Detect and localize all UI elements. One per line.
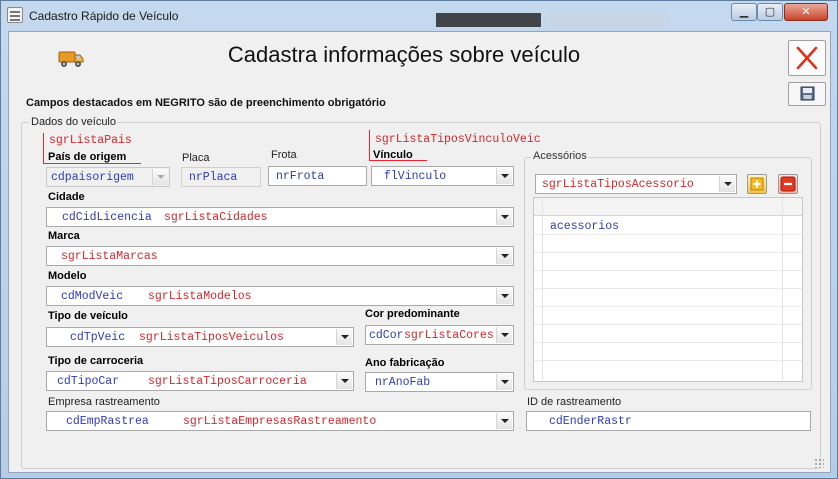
tipo-carroceria-label: Tipo de carroceria	[48, 355, 144, 367]
tipo-carroceria-list-source: sgrListaTiposCarroceria	[148, 375, 307, 388]
frota-label: Frota	[271, 149, 297, 161]
background-window-ghost	[549, 13, 669, 27]
vinculo-combo[interactable]: flVinculo	[371, 166, 514, 186]
window-title: Cadastro Rápido de Veículo	[29, 9, 179, 23]
close-form-button[interactable]	[788, 40, 826, 76]
background-window-ghost	[436, 13, 541, 27]
id-rastreamento-value: cdEnderRastr	[549, 415, 632, 428]
chevron-down-icon[interactable]	[496, 413, 512, 429]
cidade-label: Cidade	[48, 191, 85, 203]
cor-combo[interactable]: cdCor sgrListaCores	[365, 325, 514, 345]
ano-label: Ano fabricação	[365, 357, 445, 369]
modelo-label: Modelo	[48, 270, 87, 282]
cor-list-source: sgrListaCores	[404, 329, 494, 342]
frota-input-value: nrFrota	[276, 170, 325, 183]
vinculo-label: Vínculo	[373, 149, 413, 161]
ano-combo-value: nrAnoFab	[375, 376, 431, 389]
empresa-combo[interactable]: cdEmpRastrea sgrListaEmpresasRastreament…	[46, 411, 514, 431]
marca-list-source: sgrListaMarcas	[61, 250, 158, 263]
minimize-button[interactable]: ▁	[731, 3, 757, 21]
placa-input-value: nrPlaca	[189, 171, 238, 184]
modelo-combo[interactable]: cdModVeic sgrListaModelos	[46, 286, 514, 306]
pais-combo-value: cdpaisorigem	[51, 171, 134, 184]
tipo-carroceria-combo-value: cdTipoCar	[57, 375, 120, 388]
grid-divider	[782, 198, 783, 381]
tipo-veiculo-list-source: sgrListaTiposVeiculos	[139, 331, 284, 344]
tipo-veiculo-combo[interactable]: cdTpVeic sgrListaTiposVeiculos	[46, 327, 354, 347]
acessorios-grid[interactable]: acessorios	[533, 197, 803, 382]
plus-icon	[750, 177, 764, 191]
grid-divider	[534, 324, 802, 325]
marca-label: Marca	[48, 230, 80, 242]
chevron-down-icon[interactable]	[496, 288, 512, 304]
form-icon	[7, 7, 23, 23]
grid-divider	[534, 288, 802, 289]
frota-input[interactable]: nrFrota	[268, 166, 367, 186]
grid-divider	[534, 342, 802, 343]
chevron-down-icon[interactable]	[496, 248, 512, 264]
page-title: Cadastra informações sobre veículo	[227, 42, 581, 67]
vinculo-combo-value: flVinculo	[384, 170, 447, 183]
chevron-down-icon[interactable]	[336, 373, 352, 389]
acessorio-tipo-combo[interactable]: sgrListaTiposAcessorio	[535, 174, 737, 194]
minus-icon	[780, 176, 796, 192]
client-area: Cadastra informações sobre veículo Campo…	[8, 31, 831, 473]
vehicle-data-group-title: Dados do veículo	[29, 116, 118, 128]
pais-list-source: sgrListaPais	[49, 134, 132, 147]
pais-combo[interactable]: cdpaisorigem	[46, 167, 170, 187]
cor-label: Cor predominante	[365, 308, 460, 320]
grid-divider	[534, 252, 802, 253]
app-window: Cadastro Rápido de Veículo ▁ ▢ ✕ Cadastr…	[0, 0, 838, 479]
maximize-button[interactable]: ▢	[757, 3, 783, 21]
chevron-down-icon[interactable]	[496, 374, 512, 390]
red-marker	[369, 130, 370, 161]
window-close-button[interactable]: ✕	[784, 3, 828, 21]
chevron-down-icon[interactable]	[152, 169, 168, 185]
grid-divider	[534, 270, 802, 271]
save-button[interactable]	[788, 82, 826, 106]
modelo-combo-value: cdModVeic	[61, 290, 124, 303]
cidade-combo-value: cdCidLicencia	[62, 211, 152, 224]
ano-combo[interactable]: nrAnoFab	[365, 372, 514, 392]
id-rastreamento-input[interactable]: cdEnderRastr	[526, 411, 811, 431]
resize-grip[interactable]	[814, 458, 824, 468]
red-marker	[43, 163, 141, 164]
tipo-veiculo-label: Tipo de veículo	[48, 310, 128, 322]
cidade-list-source: sgrListaCidades	[164, 211, 268, 224]
grid-divider	[534, 306, 802, 307]
empresa-label: Empresa rastreamento	[48, 396, 160, 408]
empresa-combo-value: cdEmpRastrea	[66, 415, 149, 428]
title-bar[interactable]: Cadastro Rápido de Veículo ▁ ▢ ✕	[1, 1, 837, 31]
chevron-down-icon[interactable]	[719, 176, 735, 192]
remove-acessorio-button[interactable]	[778, 174, 798, 194]
close-icon	[796, 46, 818, 70]
grid-divider	[534, 234, 802, 235]
tipo-carroceria-combo[interactable]: cdTipoCar sgrListaTiposCarroceria	[46, 371, 354, 391]
vinculo-list-source: sgrListaTiposVinculoVeic	[375, 133, 541, 146]
chevron-down-icon[interactable]	[496, 209, 512, 225]
tipo-veiculo-combo-value: cdTpVeic	[70, 331, 126, 344]
grid-divider	[542, 198, 543, 381]
add-acessorio-button[interactable]	[747, 174, 767, 194]
chevron-down-icon[interactable]	[496, 327, 512, 343]
modelo-list-source: sgrListaModelos	[148, 290, 252, 303]
id-rastreamento-label: ID de rastreamento	[527, 396, 622, 408]
chevron-down-icon[interactable]	[496, 168, 512, 184]
floppy-disk-icon	[800, 86, 815, 101]
pais-label: País de origem	[48, 151, 127, 163]
cidade-combo[interactable]: cdCidLicencia sgrListaCidades	[46, 207, 514, 227]
required-fields-notice: Campos destacados em NEGRITO são de pree…	[26, 97, 386, 109]
red-marker	[43, 133, 44, 164]
chevron-down-icon[interactable]	[336, 329, 352, 345]
grid-divider	[534, 360, 802, 361]
placa-input[interactable]: nrPlaca	[181, 167, 261, 187]
list-item[interactable]: acessorios	[550, 220, 619, 233]
empresa-list-source: sgrListaEmpresasRastreamento	[183, 415, 377, 428]
cor-combo-value: cdCor	[369, 329, 404, 342]
acessorio-list-source: sgrListaTiposAcessorio	[542, 178, 694, 191]
marca-combo[interactable]: sgrListaMarcas	[46, 246, 514, 266]
placa-label: Placa	[182, 152, 210, 164]
acessorios-group-title: Acessórios	[531, 150, 589, 162]
grid-header	[534, 198, 802, 216]
